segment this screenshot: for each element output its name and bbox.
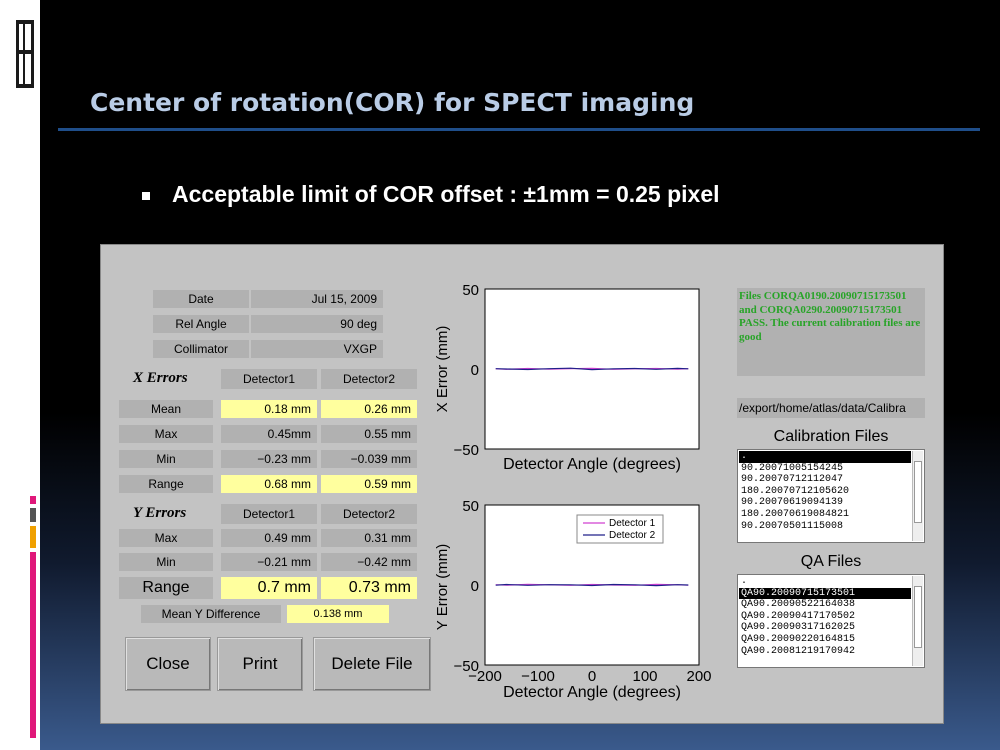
x-col-detector2: Detector2 <box>321 369 417 389</box>
file-list-item[interactable]: QA90.20090220164815 <box>739 634 911 646</box>
y-min-d1: −0.21 mm <box>221 553 317 571</box>
calibration-scrollbar[interactable] <box>912 451 923 541</box>
x-plot-xlabel: Detector Angle (degrees) <box>503 456 681 473</box>
bullet-text: Acceptable limit of COR offset : ±1mm = … <box>172 181 720 207</box>
x-min-d1: −0.23 mm <box>221 450 317 468</box>
file-list-item[interactable]: 90.20070712112047 <box>739 474 911 486</box>
x-errors-title: X Errors <box>133 370 188 386</box>
mean-y-difference-label: Mean Y Difference <box>141 605 281 623</box>
file-list-item[interactable]: 90.20070501115008 <box>739 521 911 533</box>
file-list-item[interactable]: 90.20070619094139 <box>739 497 911 509</box>
y-plot-ylabel: Y Error (mm) <box>434 544 451 630</box>
file-list-item[interactable]: QA90.20090715173501 <box>739 587 911 600</box>
x-row-label: Range <box>119 475 213 493</box>
y-ytick-top: 50 <box>462 498 479 515</box>
file-list-item[interactable]: QA90.20081219170942 <box>739 646 911 658</box>
file-list-item[interactable]: . <box>739 576 911 588</box>
y-plot-xlabel: Detector Angle (degrees) <box>503 684 681 701</box>
window-logo-icon <box>16 20 34 88</box>
qa-files-title: QA Files <box>800 553 862 570</box>
file-list-item[interactable]: QA90.20090417170502 <box>739 611 911 623</box>
rel-angle-label: Rel Angle <box>153 315 249 333</box>
y-plot-legend: Detector 1 Detector 2 <box>576 514 664 544</box>
file-list-item[interactable]: QA90.20090522164038 <box>739 599 911 611</box>
x-row-label: Max <box>119 425 213 443</box>
accent-bar-magenta <box>30 552 36 738</box>
y-row-label: Range <box>119 577 213 599</box>
print-button[interactable]: Print <box>217 637 303 691</box>
y-max-d2: 0.31 mm <box>321 529 417 547</box>
y-row-label: Min <box>119 553 213 571</box>
x-range-d2: 0.59 mm <box>321 475 417 493</box>
y-xtick: 0 <box>588 668 596 685</box>
legend-detector1: Detector 1 <box>609 518 656 529</box>
y-col-detector1: Detector1 <box>221 504 317 524</box>
slide-title: Center of rotation(COR) for SPECT imagin… <box>90 88 695 117</box>
title-divider <box>58 128 980 131</box>
date-label: Date <box>153 290 249 308</box>
x-row-label: Min <box>119 450 213 468</box>
accent-bar-pink <box>30 496 36 504</box>
file-list-item[interactable]: 90.20071005154245 <box>739 463 911 475</box>
accent-bar-orange <box>30 526 36 548</box>
date-value: Jul 15, 2009 <box>251 290 383 308</box>
x-range-d1: 0.68 mm <box>221 475 317 493</box>
qa-files-list[interactable]: . QA90.20090715173501 QA90.20090522164038 Q… <box>737 574 925 668</box>
collimator-label: Collimator <box>153 340 249 358</box>
y-min-d2: −0.42 mm <box>321 553 417 571</box>
y-xtick: −200 <box>468 668 502 685</box>
calibration-files-title: Calibration Files <box>773 428 889 445</box>
cor-qa-panel: Date Jul 15, 2009 Rel Angle 90 deg Colli… <box>100 244 944 724</box>
y-max-d1: 0.49 mm <box>221 529 317 547</box>
x-ytick-top: 50 <box>462 282 479 299</box>
x-col-detector1: Detector1 <box>221 369 317 389</box>
file-list-item[interactable]: QA90.20090317162025 <box>739 622 911 634</box>
close-button[interactable]: Close <box>125 637 211 691</box>
calibration-files-list[interactable]: . 90.20071005154245 90.20070712112047 180.2… <box>737 449 925 543</box>
qa-scrollbar[interactable] <box>912 576 923 666</box>
x-error-plot: 50 0 −50 X Error (mm) Detector Angle (de… <box>434 282 700 473</box>
collimator-value: VXGP <box>251 340 383 358</box>
y-col-detector2: Detector2 <box>321 504 417 524</box>
y-errors-title: Y Errors <box>133 505 187 521</box>
x-ytick-mid: 0 <box>471 362 479 379</box>
x-plot-ylabel: X Error (mm) <box>434 326 451 413</box>
y-xtick: 200 <box>686 668 711 685</box>
mean-y-difference-value: 0.138 mm <box>287 605 389 623</box>
y-row-label: Max <box>119 529 213 547</box>
x-max-d2: 0.55 mm <box>321 425 417 443</box>
x-row-label: Mean <box>119 400 213 418</box>
x-mean-d2: 0.26 mm <box>321 400 417 418</box>
y-range-d1: 0.7 mm <box>221 577 317 599</box>
x-ytick-bottom: −50 <box>454 442 479 459</box>
file-list-item[interactable]: . <box>739 451 911 463</box>
bullet-marker <box>142 192 150 200</box>
x-max-d1: 0.45mm <box>221 425 317 443</box>
y-range-d2: 0.73 mm <box>321 577 417 599</box>
y-error-plot: 50 0 −50 Y Error (mm) −200 −100 0 100 20… <box>434 498 712 701</box>
pass-status-message: Files CORQA0190.20090715173501 and CORQA… <box>737 288 925 376</box>
rel-angle-value: 90 deg <box>251 315 383 333</box>
x-min-d2: −0.039 mm <box>321 450 417 468</box>
x-mean-d1: 0.18 mm <box>221 400 317 418</box>
file-list-item[interactable]: 180.20070619084821 <box>739 509 911 521</box>
y-xtick: 100 <box>632 668 657 685</box>
file-list-item[interactable]: 180.20070712105620 <box>739 486 911 498</box>
delete-file-button[interactable]: Delete File <box>313 637 431 691</box>
y-xtick: −100 <box>521 668 555 685</box>
calibration-path-field[interactable]: /export/home/atlas/data/Calibra <box>737 398 925 418</box>
accent-bar-gray <box>30 508 36 522</box>
legend-detector2: Detector 2 <box>609 530 656 541</box>
y-ytick-mid: 0 <box>471 578 479 595</box>
